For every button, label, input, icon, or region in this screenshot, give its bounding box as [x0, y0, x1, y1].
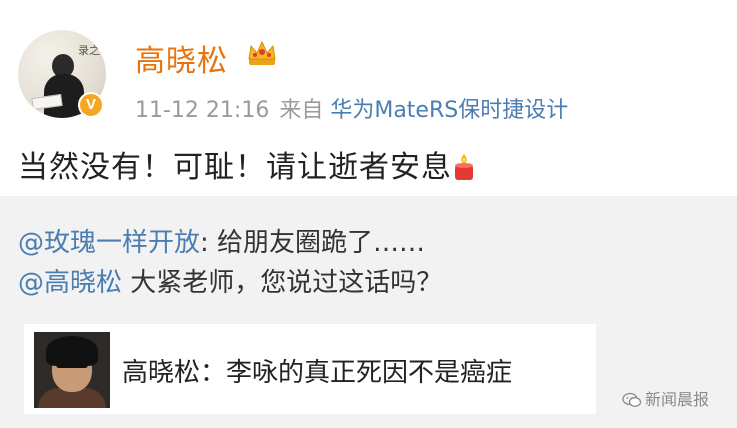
candle-icon [452, 153, 476, 181]
weibo-post: 录之 V 高晓松 11-12 21:16 来自 华为MateRS保时捷设计 当然没… [0, 0, 737, 196]
watermark-text: 新闻晨报 [645, 390, 710, 409]
post-content: 当然没有！可耻！请让逝者安息 [18, 142, 476, 186]
verified-badge-icon: V [78, 92, 104, 118]
mention-link[interactable]: @高晓松 [18, 268, 122, 298]
avatar-calligraphy: 录之 [78, 44, 100, 57]
wechat-icon [622, 392, 642, 408]
article-card-title: 高晓松：李咏的真正死因不是癌症 [122, 358, 513, 388]
watermark: 新闻晨报 [622, 386, 709, 410]
post-source-prefix: 来自 [279, 98, 324, 123]
crown-icon [248, 40, 276, 65]
post-username[interactable]: 高晓松 [135, 36, 228, 80]
article-thumbnail [34, 332, 110, 408]
repost-line-2: @高晓松 大紧老师，您说过这话吗？ [18, 262, 442, 299]
mention-link[interactable]: @玫瑰一样开放 [18, 228, 200, 258]
repost-line-2-text: 大紧老师，您说过这话吗？ [122, 268, 443, 298]
repost-line-1-text: : 给朋友圈跪了…… [200, 228, 426, 258]
post-source-link[interactable]: 华为MateRS保时捷设计 [330, 98, 568, 123]
article-card[interactable]: 高晓松：李咏的真正死因不是癌症 [24, 324, 596, 414]
post-content-text: 当然没有！可耻！请让逝者安息 [18, 150, 452, 185]
thumb-glasses [56, 360, 88, 368]
post-timestamp: 11-12 21:16 [135, 98, 270, 123]
post-meta: 11-12 21:16 来自 华为MateRS保时捷设计 [135, 92, 568, 124]
repost-line-1: @玫瑰一样开放: 给朋友圈跪了…… [18, 222, 425, 259]
